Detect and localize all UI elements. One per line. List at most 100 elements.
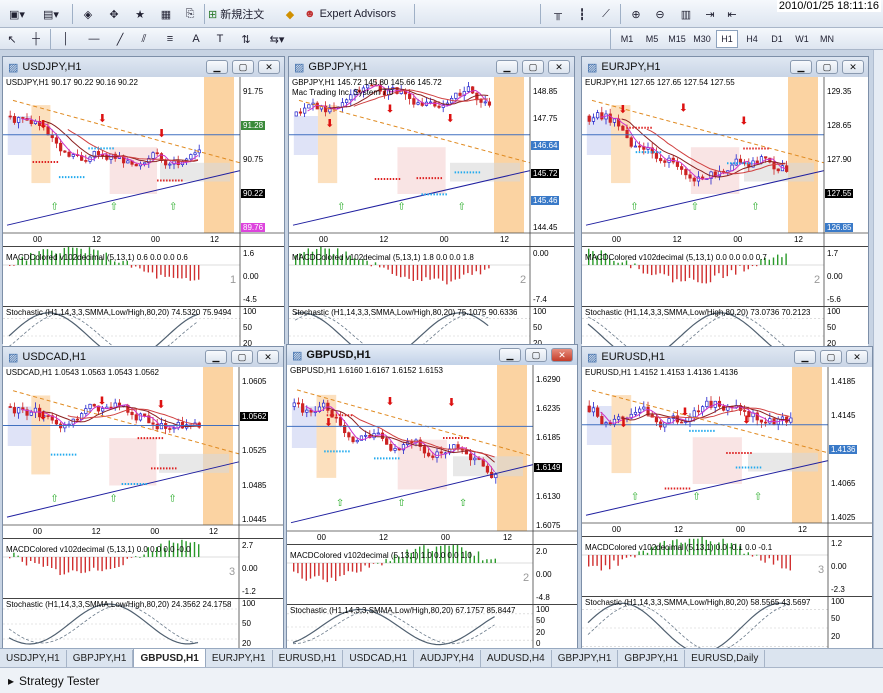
new-chart-button[interactable]: ▣▾ xyxy=(2,4,32,24)
zoom-out-button[interactable]: ⊖ xyxy=(650,4,670,24)
window-maximize-button[interactable]: ▢ xyxy=(522,60,544,74)
terminal-button[interactable]: ▦ xyxy=(156,4,176,24)
price-pane[interactable]: ⬇ ⇧ ⬇ ⇧ ⬇ ⇧ EURUSD,H1 1.4152 1.4153 1.4136 1.4… xyxy=(582,367,872,537)
chart-window-titlebar[interactable]: ▨ EURJPY,H1 ▁ ▢ ✕ xyxy=(582,57,868,77)
timeframe-h4[interactable]: H4 xyxy=(741,30,763,48)
chart-tab[interactable]: USDCAD,H1 xyxy=(343,650,415,667)
window-close-button[interactable]: ✕ xyxy=(842,60,864,74)
profiles-button[interactable]: ▤▾ xyxy=(36,4,66,24)
macd-pane[interactable]: MACDColored v102decimal (5,13,1) 1.8 0.0… xyxy=(289,247,574,307)
fibo-button[interactable]: ≡ xyxy=(160,29,180,49)
window-maximize-button[interactable]: ▢ xyxy=(820,350,842,364)
window-minimize-button[interactable]: ▁ xyxy=(499,348,521,362)
timeframe-m15[interactable]: M15 xyxy=(666,30,688,48)
price-pane[interactable]: ⬇ ⇧ ⬇ ⇧ ⬇ ⇧ GBPUSD,H1 1.6160 1.6167 1.6152 1.6… xyxy=(287,365,577,545)
vertical-line-button[interactable]: │ xyxy=(56,29,76,49)
tile-windows-button[interactable]: ▥ xyxy=(676,4,696,24)
window-maximize-button[interactable]: ▢ xyxy=(232,60,254,74)
price-pane[interactable]: ⬇ ⇧ ⬇ ⇧ ⬇ ⇧ GBPJPY,H1 145.72 145.80 145.66 145… xyxy=(289,77,574,247)
text-label-button[interactable]: T xyxy=(210,29,230,49)
timeframe-w1[interactable]: W1 xyxy=(791,30,813,48)
chart-tab[interactable]: GBPJPY,H1 xyxy=(552,650,619,667)
macd-pane[interactable]: MACDColored v102decimal (5,13,1) 0.6 0.0… xyxy=(3,247,284,307)
window-close-button[interactable]: ✕ xyxy=(846,350,868,364)
chart-window[interactable]: ▨ GBPJPY,H1 ▁ ▢ ✕ ⬇ ⇧ ⬇ ⇧ ⬇ ⇧ GBPJPY,H1 145.72 145.… xyxy=(288,56,575,365)
zoom-in-button[interactable]: ⊕ xyxy=(626,4,646,24)
timeframe-mn[interactable]: MN xyxy=(816,30,838,48)
timeframe-m30[interactable]: M30 xyxy=(691,30,713,48)
chart-shift-button[interactable]: ⇤ xyxy=(722,4,742,24)
window-minimize-button[interactable]: ▁ xyxy=(790,60,812,74)
sell-arrow-icon: ⬇ xyxy=(325,118,334,130)
new-order-button[interactable]: ⊞ 新規注文 xyxy=(208,4,278,24)
auto-scroll-button[interactable]: ⇥ xyxy=(700,4,720,24)
timeframe-d1[interactable]: D1 xyxy=(766,30,788,48)
price-pane[interactable]: ⬇ ⇧ ⬇ ⇧ ⬇ ⇧ USDJPY,H1 90.17 90.22 90.16 90.22 9… xyxy=(3,77,284,247)
macd-pane[interactable]: MACDColored v102decimal (5,13,1) 0.0 0.0… xyxy=(3,539,283,599)
timeframe-m5[interactable]: M5 xyxy=(641,30,663,48)
window-maximize-button[interactable]: ▢ xyxy=(525,348,547,362)
window-maximize-button[interactable]: ▢ xyxy=(231,350,253,364)
chart-window[interactable]: ▨ EURUSD,H1 ▁ ▢ ✕ ⬇ ⇧ ⬇ ⇧ ⬇ ⇧ EURUSD,H1 1.4152 1.41… xyxy=(581,346,873,659)
macd-pane[interactable]: MACDColored v102decimal (5,13,1) 0.0 0.0… xyxy=(582,247,868,307)
text-button[interactable]: A xyxy=(186,29,206,49)
timeframe-h1[interactable]: H1 xyxy=(716,30,738,48)
stochastic-pane[interactable]: Stochastic (H1,14,3,3,SMMA,Low/High,80,2… xyxy=(287,605,577,649)
macd-bar xyxy=(9,265,11,266)
chart-window[interactable]: ▨ EURJPY,H1 ▁ ▢ ✕ ⬇ ⇧ ⬇ ⇧ ⬇ ⇧ EURJPY,H1 127.65 127.… xyxy=(581,56,869,365)
window-close-button[interactable]: ✕ xyxy=(258,60,280,74)
macd-pane[interactable]: MACDColored v102decimal (5,13,1) 1.0 0.0… xyxy=(287,545,577,605)
channel-button[interactable]: ⫽ xyxy=(134,29,154,49)
chart-tab[interactable]: EURUSD,H1 xyxy=(273,650,344,667)
window-minimize-button[interactable]: ▁ xyxy=(206,60,228,74)
macd-bar xyxy=(139,265,141,269)
horizontal-line-button[interactable]: — xyxy=(84,29,104,49)
expert-advisors-button[interactable]: ☻ Expert Advisors xyxy=(304,4,408,24)
chart-window-titlebar[interactable]: ▨ USDJPY,H1 ▁ ▢ ✕ xyxy=(3,57,284,77)
more-tools-button[interactable]: ⇆▾ xyxy=(262,29,292,49)
chart-window[interactable]: ▨ GBPUSD,H1 ▁ ▢ ✕ ⬇ ⇧ ⬇ ⇧ ⬇ ⇧ GBPUSD,H1 1.6160 1.61… xyxy=(286,344,578,660)
chart-window[interactable]: ▨ USDJPY,H1 ▁ ▢ ✕ ⬇ ⇧ ⬇ ⇧ ⬇ ⇧ USDJPY,H1 90.17 90.22… xyxy=(2,56,285,365)
macd-pane[interactable]: MACDColored v102decimal (5,13,1) 0.0 -0.… xyxy=(582,537,872,597)
window-maximize-button[interactable]: ▢ xyxy=(816,60,838,74)
window-close-button[interactable]: ✕ xyxy=(548,60,570,74)
bar-chart-button[interactable]: ╥ xyxy=(548,4,568,24)
chart-window[interactable]: ▨ USDCAD,H1 ▁ ▢ ✕ ⬇ ⇧ ⬇ ⇧ ⬇ ⇧ USDCAD,H1 1.0543 1.05… xyxy=(2,346,284,660)
window-minimize-button[interactable]: ▁ xyxy=(794,350,816,364)
navigator-button[interactable]: ★ xyxy=(130,4,150,24)
mdi-scrollbar[interactable] xyxy=(873,50,883,648)
tester-button[interactable]: ⎘ xyxy=(180,4,200,24)
stochastic-pane[interactable]: Stochastic (H1,14,3,3,SMMA,Low/High,80,2… xyxy=(3,599,283,649)
trendline-button[interactable]: ╱ xyxy=(110,29,130,49)
window-close-button[interactable]: ✕ xyxy=(551,348,573,362)
market-watch-button[interactable]: ◈ xyxy=(78,4,98,24)
chart-tab[interactable]: AUDJPY,H4 xyxy=(414,650,481,667)
window-minimize-button[interactable]: ▁ xyxy=(496,60,518,74)
chart-tab[interactable]: USDJPY,H1 xyxy=(0,650,67,667)
data-window-button[interactable]: ✥ xyxy=(104,4,124,24)
arrows-button[interactable]: ⇅ xyxy=(236,29,256,49)
price-pane[interactable]: ⬇ ⇧ ⬇ ⇧ ⬇ ⇧ EURJPY,H1 127.65 127.65 127.54 127… xyxy=(582,77,868,247)
chart-tab[interactable]: AUDUSD,H4 xyxy=(481,650,552,667)
window-close-button[interactable]: ✕ xyxy=(257,350,279,364)
crosshair-button[interactable]: ┼ xyxy=(26,29,46,49)
chart-window-titlebar[interactable]: ▨ GBPJPY,H1 ▁ ▢ ✕ xyxy=(289,57,574,77)
stochastic-axis-label: 100 xyxy=(831,597,845,606)
metaeditor-button[interactable]: ◆ xyxy=(280,4,300,24)
chart-tab[interactable]: GBPJPY,H1 xyxy=(618,650,686,667)
chart-tab[interactable]: EURJPY,H1 xyxy=(206,650,273,667)
strategy-tester-bar[interactable]: ▸ Strategy Tester xyxy=(0,667,883,693)
chart-window-titlebar[interactable]: ▨ GBPUSD,H1 ▁ ▢ ✕ xyxy=(287,345,577,365)
window-minimize-button[interactable]: ▁ xyxy=(205,350,227,364)
chart-tab[interactable]: EURUSD,Daily xyxy=(685,650,766,667)
cursor-button[interactable]: ↖ xyxy=(2,29,22,49)
timeframe-m1[interactable]: M1 xyxy=(616,30,638,48)
line-chart-button[interactable]: ⟋ xyxy=(596,4,616,24)
price-pane[interactable]: ⬇ ⇧ ⬇ ⇧ ⬇ ⇧ USDCAD,H1 1.0543 1.0563 1.0543 1.0… xyxy=(3,367,283,539)
chart-window-titlebar[interactable]: ▨ EURUSD,H1 ▁ ▢ ✕ xyxy=(582,347,872,367)
macd-bar xyxy=(663,265,665,275)
chart-tab[interactable]: GBPJPY,H1 xyxy=(67,650,134,667)
chart-tab[interactable]: GBPUSD,H1 xyxy=(133,648,206,667)
candle-chart-button[interactable]: ┇ xyxy=(572,4,592,24)
chart-window-titlebar[interactable]: ▨ USDCAD,H1 ▁ ▢ ✕ xyxy=(3,347,283,367)
